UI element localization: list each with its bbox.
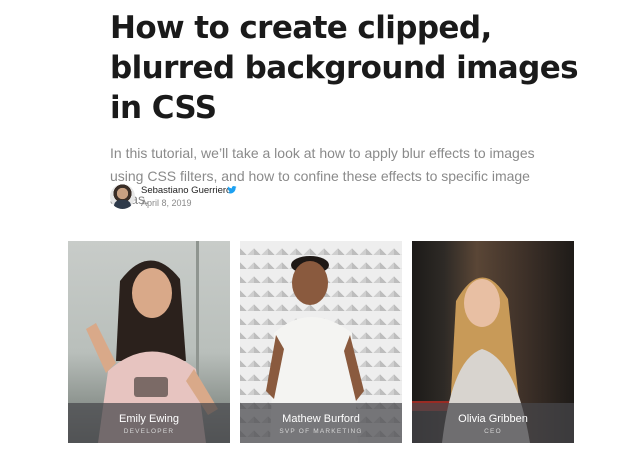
author-name[interactable]: Sebastiano Guerriero: [141, 185, 231, 196]
card-caption: Olivia Gribben CEO: [412, 403, 574, 443]
card-name: Olivia Gribben: [458, 413, 528, 425]
card-name: Mathew Burford: [282, 413, 360, 425]
card-caption: Emily Ewing DEVELOPER: [68, 403, 230, 443]
card-caption: Mathew Burford SVP OF MARKETING: [240, 403, 402, 443]
card-name: Emily Ewing: [119, 413, 179, 425]
title-line: blurred background images: [110, 50, 579, 86]
card-role: CEO: [484, 428, 502, 435]
profile-card[interactable]: Olivia Gribben CEO: [412, 241, 574, 443]
title-line: in CSS: [110, 90, 217, 126]
profile-card[interactable]: Mathew Burford SVP OF MARKETING: [240, 241, 402, 443]
card-role: DEVELOPER: [123, 428, 175, 435]
article-header: How to create clipped, blurred backgroun…: [110, 8, 580, 211]
profile-card[interactable]: Emily Ewing DEVELOPER: [68, 241, 230, 443]
publish-date: April 8, 2019: [141, 198, 192, 208]
profile-card-grid: Emily Ewing DEVELOPER Mathew Burford SVP…: [68, 241, 574, 443]
card-role: SVP OF MARKETING: [279, 428, 363, 435]
twitter-bird-icon[interactable]: [227, 185, 237, 195]
article-title: How to create clipped, blurred backgroun…: [110, 8, 580, 128]
author-avatar[interactable]: [110, 184, 135, 209]
title-line: How to create clipped,: [110, 10, 492, 46]
